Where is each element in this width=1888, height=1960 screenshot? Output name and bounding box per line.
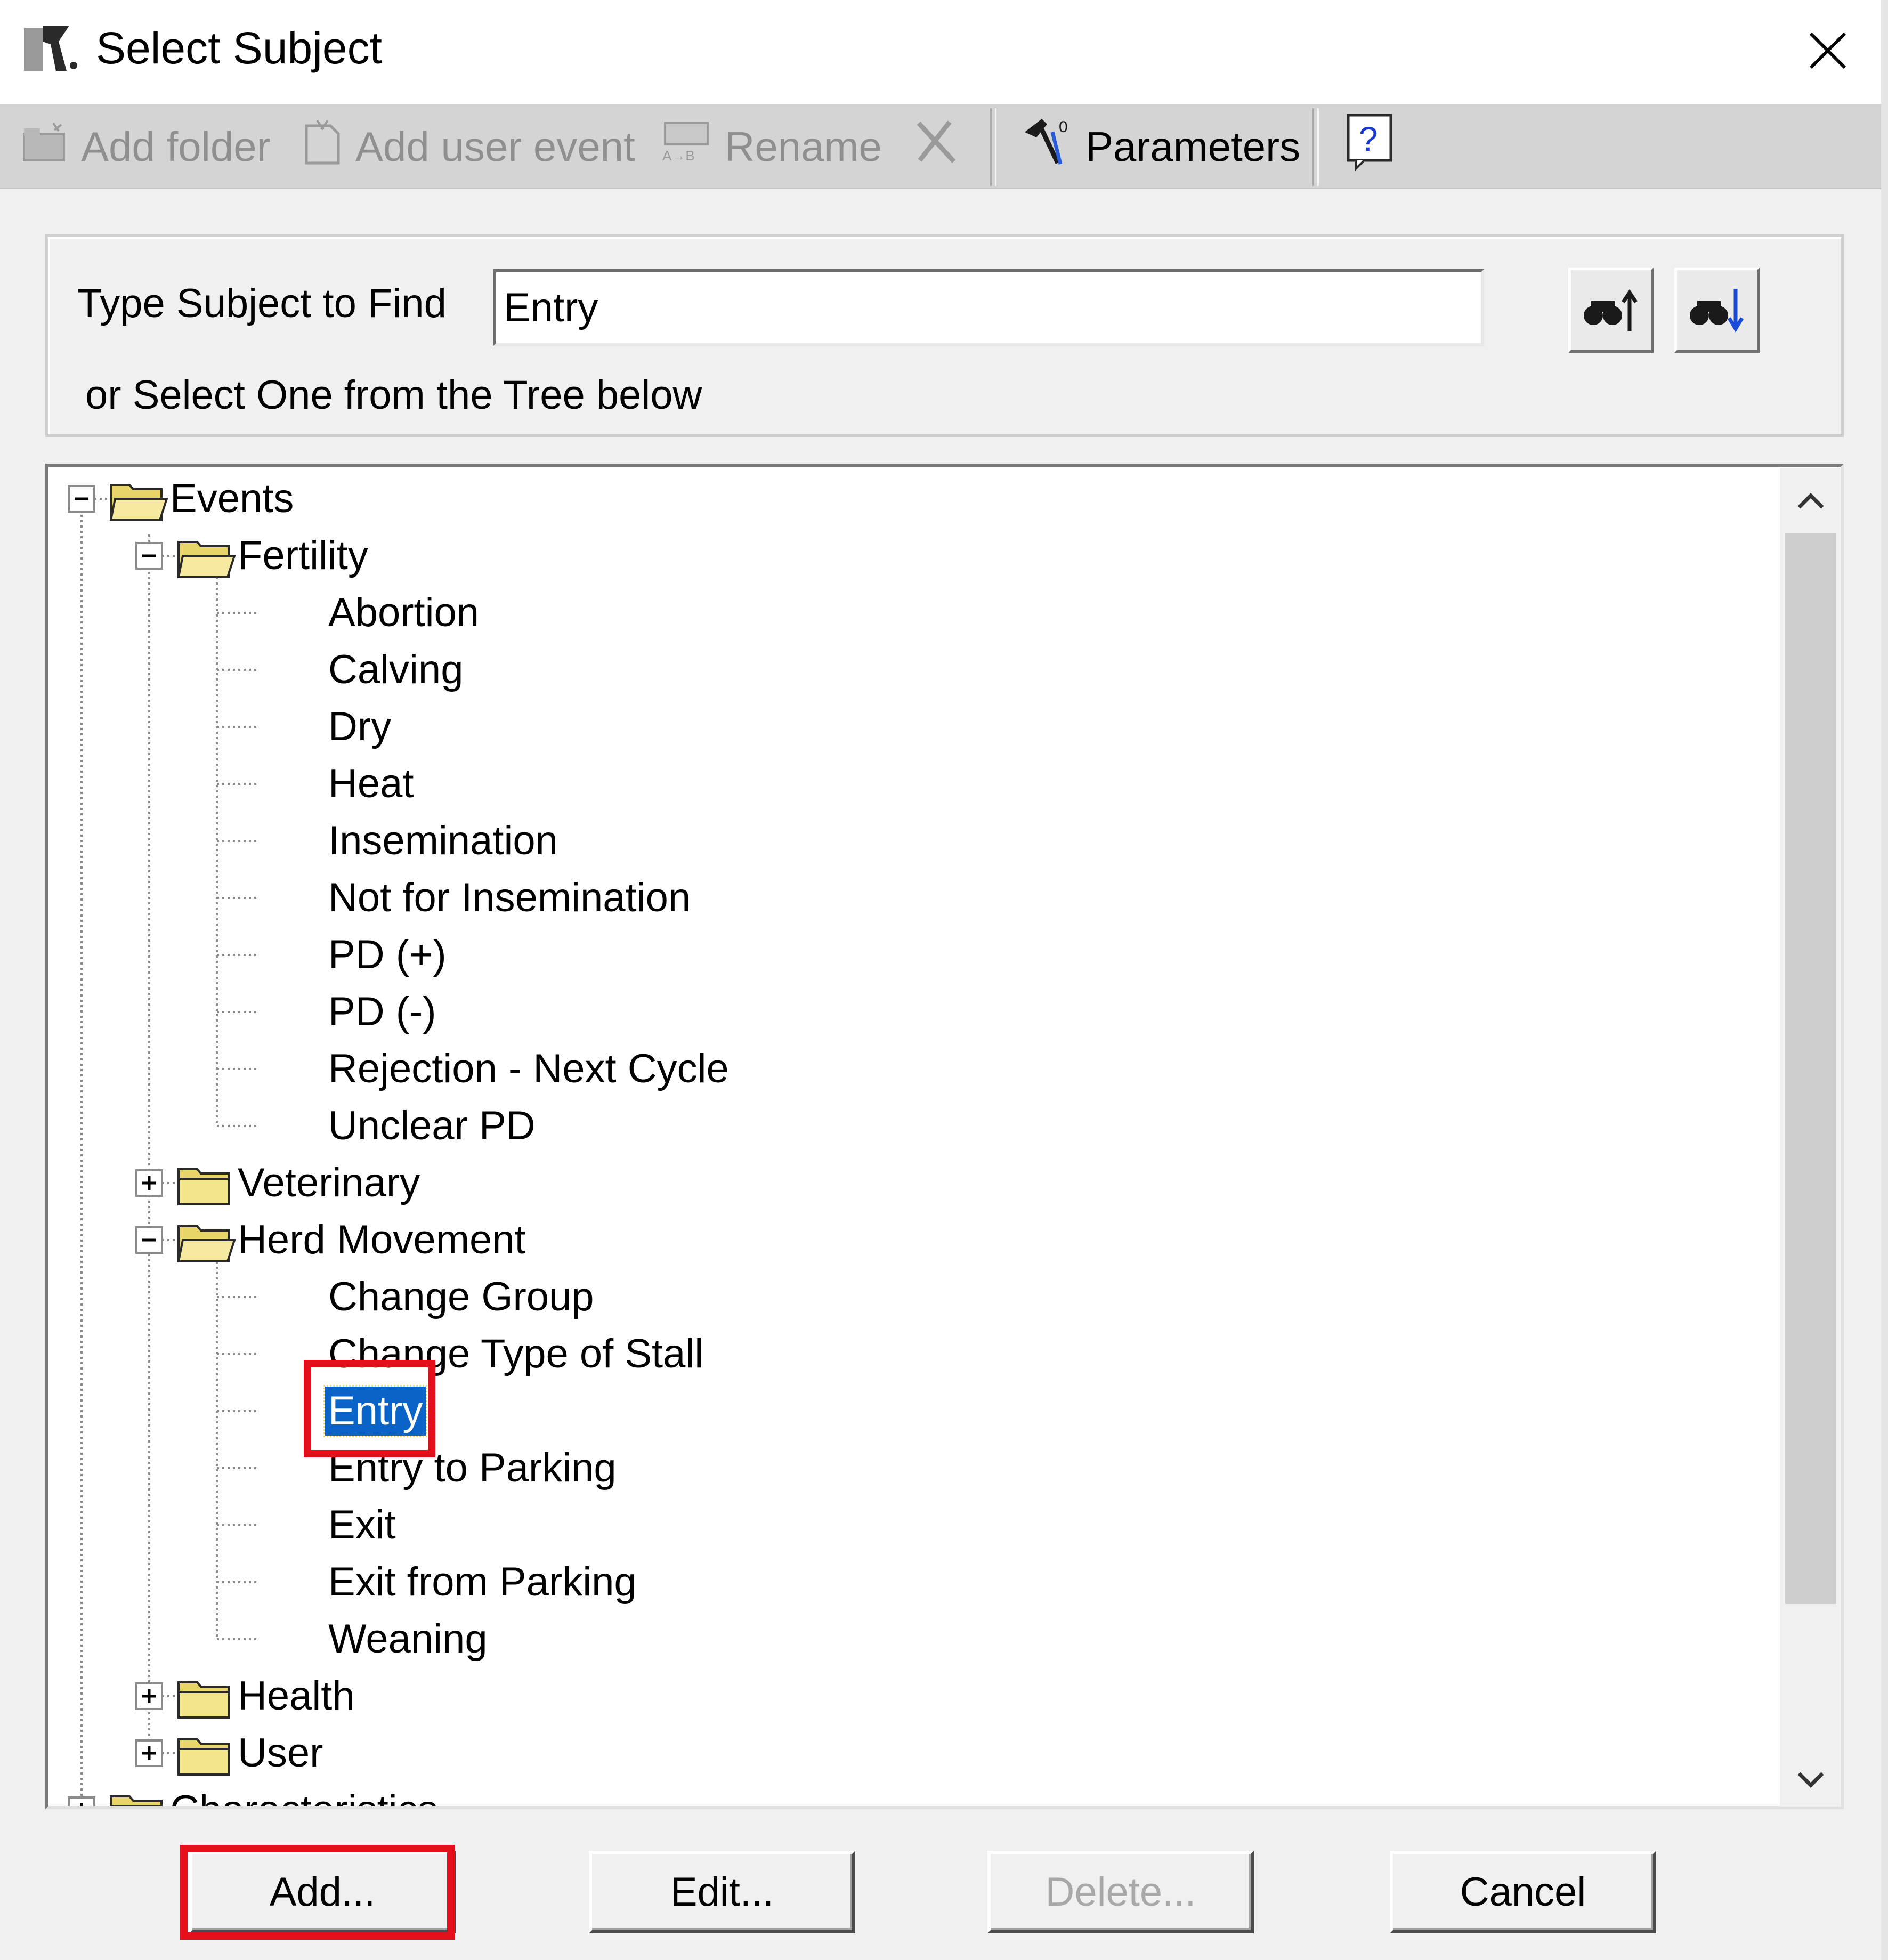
expand-toggle-icon[interactable] [135,1169,163,1197]
window-edge [1881,0,1888,1960]
open-folder-icon [177,541,236,578]
toolbar-separator [990,108,996,186]
close-icon [1809,32,1846,69]
toolbar-separator [1312,108,1319,186]
expand-toggle-icon[interactable] [135,1739,163,1767]
scroll-down-button[interactable] [1780,1748,1841,1812]
tree-folder-fertility[interactable]: Fertility [234,531,371,580]
rename-icon: A→B [660,120,713,173]
expand-toggle-icon[interactable] [68,1796,95,1807]
folder-icon [177,1681,230,1719]
add-folder-button[interactable]: Add folder [21,104,271,189]
rename-button[interactable]: A→B Rename [660,104,882,189]
parameters-button[interactable]: 0 Parameters [1020,104,1300,189]
tree-folder-user[interactable]: User [234,1729,326,1778]
chevron-down-icon [1797,1772,1824,1788]
edit-button[interactable]: Edit... [589,1851,855,1933]
tree-item-dry[interactable]: Dry [325,702,394,751]
find-next-button[interactable] [1674,268,1760,353]
binoculars-down-icon [1690,289,1744,333]
add-button[interactable]: Add... [189,1851,456,1933]
delete-button[interactable]: Delete... [987,1851,1254,1933]
delete-toolbar-button[interactable] [912,104,960,189]
add-folder-label: Add folder [81,123,271,170]
app-icon [21,20,80,74]
tree-item-unclear-pd[interactable]: Unclear PD [325,1102,539,1151]
window-title: Select Subject [96,23,382,73]
binoculars-up-icon [1584,289,1638,331]
find-label: Type Subject to Find [77,281,447,326]
svg-text:?: ? [1359,120,1378,158]
select-hint-text: or Select One from the Tree below [85,372,702,418]
chevron-up-icon [1797,493,1824,509]
tree-item-weaning[interactable]: Weaning [325,1615,491,1664]
add-user-event-button[interactable]: Add user event [301,104,635,189]
open-folder-icon [177,1225,236,1262]
tree-item-entry[interactable]: Entry [323,1385,428,1437]
toolbar: Add folder Add user event A→B Rename 0 P… [0,104,1881,189]
tree-item-change-group[interactable]: Change Group [325,1273,597,1322]
tree-item-rejection-next-cycle[interactable]: Rejection - Next Cycle [325,1044,732,1094]
folder-icon [177,1168,230,1205]
tree-item-exit-from-parking[interactable]: Exit from Parking [325,1558,640,1607]
help-icon: ? [1346,112,1396,181]
tree-item-change-type-of-stall[interactable]: Change Type of Stall [325,1330,707,1379]
collapse-toggle-icon[interactable] [68,485,95,513]
tree-item-not-for-insemination[interactable]: Not for Insemination [325,873,694,922]
subject-tree[interactable]: Events Fertility Abortion Calving Dry Heat Ins… [45,464,1844,1809]
tree-folder-health[interactable]: Health [234,1672,358,1721]
add-user-event-icon [301,118,344,176]
rename-label: Rename [725,123,882,170]
svg-text:0: 0 [1059,118,1068,136]
parameters-label: Parameters [1085,123,1301,170]
x-icon [912,118,960,176]
tree-item-entry-to-parking[interactable]: Entry to Parking [325,1444,620,1493]
svg-text:A→B: A→B [662,148,695,163]
folder-icon [110,1795,163,1806]
tree-folder-veterinary[interactable]: Veterinary [234,1159,423,1208]
find-subject-input[interactable] [493,269,1484,346]
tree-item-exit[interactable]: Exit [325,1501,399,1550]
tree-folder-herd-movement[interactable]: Herd Movement [234,1216,529,1265]
tree-item-pd-[interactable]: PD (+) [325,930,450,979]
collapse-toggle-icon[interactable] [135,1226,163,1254]
find-previous-button[interactable] [1568,268,1654,353]
expand-toggle-icon[interactable] [135,1682,163,1710]
tree-item-insemination[interactable]: Insemination [325,816,561,865]
folder-icon [177,1738,230,1776]
add-folder-icon [21,120,69,173]
add-user-event-label: Add user event [355,123,635,170]
cancel-button[interactable]: Cancel [1390,1851,1656,1933]
open-folder-icon [109,484,168,521]
tree-folder-events[interactable]: Events [167,474,297,523]
parameters-icon: 0 [1020,116,1074,177]
tree-item-heat[interactable]: Heat [325,759,417,808]
tree-item-calving[interactable]: Calving [325,645,466,694]
scrollbar-thumb[interactable] [1785,533,1836,1604]
tree-item-abortion[interactable]: Abortion [325,588,482,637]
tree-lines [68,484,260,1807]
close-button[interactable] [1788,11,1868,91]
collapse-toggle-icon[interactable] [135,542,163,570]
tree-folder-characteristics[interactable]: Characteristics [167,1786,441,1806]
help-button[interactable]: ? [1346,104,1396,189]
tree-item-pd-[interactable]: PD (-) [325,987,440,1036]
scroll-up-button[interactable] [1780,469,1841,533]
